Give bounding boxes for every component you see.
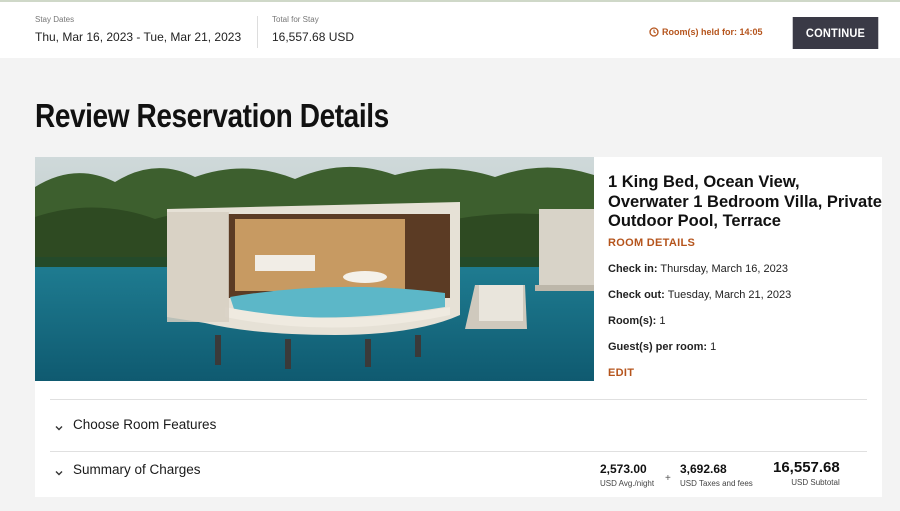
continue-button[interactable]: CONTINUE xyxy=(792,17,879,49)
page-title: Review Reservation Details xyxy=(35,97,389,134)
total-for-stay: Total for Stay 16,557.68 USD xyxy=(272,15,354,44)
avg-night-amount: 2,573.00 xyxy=(600,462,647,476)
avg-night-charge: 2,573.00 USD Avg./night xyxy=(600,462,654,488)
room-photo xyxy=(35,157,594,381)
taxes-amount: 3,692.68 xyxy=(680,462,727,476)
choose-room-features-label: Choose Room Features xyxy=(73,417,217,432)
edit-link[interactable]: EDIT xyxy=(608,367,882,379)
subtotal-amount: 16,557.68 xyxy=(773,459,840,476)
taxes-charge: 3,692.68 USD Taxes and fees xyxy=(680,462,753,488)
rooms-row: Room(s): 1 xyxy=(608,315,882,327)
room-hold-timer: Room(s) held for: 14:05 xyxy=(649,27,763,37)
clock-icon xyxy=(649,27,659,37)
choose-room-features-toggle[interactable]: Choose Room Features xyxy=(54,417,216,432)
guests-label: Guest(s) per room: xyxy=(608,340,708,353)
guests-row: Guest(s) per room: 1 xyxy=(608,341,882,353)
check-in-value: Thursday, March 16, 2023 xyxy=(660,262,788,275)
check-in-row: Check in: Thursday, March 16, 2023 xyxy=(608,263,882,275)
total-value: 16,557.68 USD xyxy=(272,30,355,44)
hold-timer-text: Room(s) held for: 14:05 xyxy=(662,27,763,37)
check-in-label: Check in: xyxy=(608,262,658,275)
avg-night-caption: USD Avg./night xyxy=(600,479,655,488)
rooms-value: 1 xyxy=(659,314,666,327)
rooms-label: Room(s): xyxy=(608,314,657,327)
stay-dates-value: Thu, Mar 16, 2023 - Tue, Mar 21, 2023 xyxy=(35,30,242,44)
room-details: 1 King Bed, Ocean View, Overwater 1 Bedr… xyxy=(608,173,882,379)
room-name: 1 King Bed, Ocean View, Overwater 1 Bedr… xyxy=(608,173,882,230)
guests-value: 1 xyxy=(710,340,717,353)
check-out-row: Check out: Tuesday, March 21, 2023 xyxy=(608,289,882,301)
stay-dates-caption: Stay Dates xyxy=(35,15,75,24)
summary-of-charges-toggle[interactable]: Summary of Charges xyxy=(54,462,201,477)
divider xyxy=(50,451,867,452)
check-out-label: Check out: xyxy=(608,288,665,301)
room-card: 1 King Bed, Ocean View, Overwater 1 Bedr… xyxy=(35,157,882,497)
divider xyxy=(257,16,258,48)
total-caption: Total for Stay xyxy=(272,15,319,24)
taxes-caption: USD Taxes and fees xyxy=(680,479,753,488)
chevron-down-icon xyxy=(54,420,64,430)
reservation-summary-bar: Stay Dates Thu, Mar 16, 2023 - Tue, Mar … xyxy=(0,0,900,58)
chevron-down-icon xyxy=(54,465,64,475)
subtotal-caption: USD Subtotal xyxy=(791,478,840,487)
subtotal-charge: 16,557.68 USD Subtotal xyxy=(773,459,840,487)
divider xyxy=(50,399,867,400)
summary-of-charges-label: Summary of Charges xyxy=(73,462,201,477)
room-details-link[interactable]: ROOM DETAILS xyxy=(608,237,882,249)
plus-sign: + xyxy=(665,473,671,484)
check-out-value: Tuesday, March 21, 2023 xyxy=(667,288,792,301)
stay-dates: Stay Dates Thu, Mar 16, 2023 - Tue, Mar … xyxy=(35,15,241,44)
